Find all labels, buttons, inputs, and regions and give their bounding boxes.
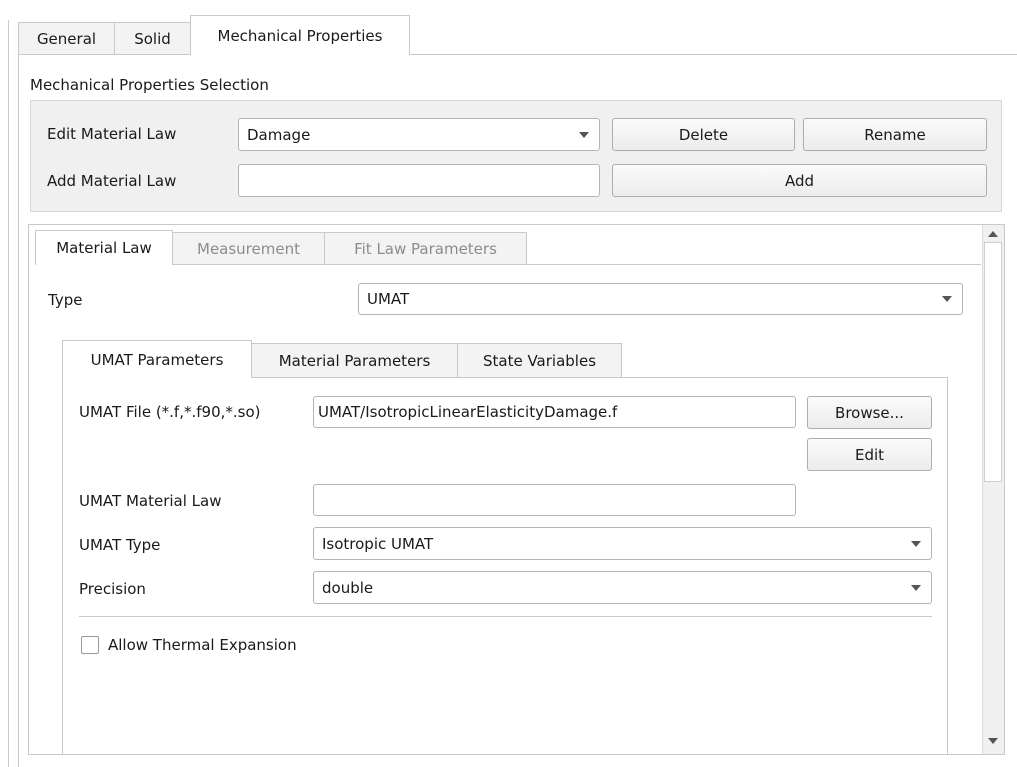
tab-measurement-label: Measurement bbox=[197, 240, 300, 258]
scroll-down-arrow-icon[interactable] bbox=[988, 738, 998, 744]
umat-file-value: UMAT/IsotropicLinearElasticityDamage.f bbox=[318, 403, 618, 421]
tab-measurement[interactable]: Measurement bbox=[172, 232, 325, 265]
type-label: Type bbox=[48, 291, 83, 309]
separator bbox=[79, 616, 932, 617]
tab-general[interactable]: General bbox=[18, 22, 115, 54]
type-select[interactable]: UMAT bbox=[358, 283, 963, 315]
tab-material-parameters-label: Material Parameters bbox=[278, 352, 431, 370]
umat-material-law-input[interactable] bbox=[313, 484, 796, 516]
umat-type-select[interactable]: Isotropic UMAT bbox=[313, 527, 932, 560]
precision-select[interactable]: double bbox=[313, 571, 932, 604]
tab-material-parameters[interactable]: Material Parameters bbox=[251, 343, 458, 378]
tab-solid[interactable]: Solid bbox=[114, 22, 191, 54]
tab-mechanical-properties[interactable]: Mechanical Properties bbox=[190, 15, 410, 55]
add-material-law-label: Add Material Law bbox=[47, 172, 177, 190]
delete-button-label: Delete bbox=[678, 125, 729, 144]
rename-button[interactable]: Rename bbox=[803, 118, 987, 151]
tab-umat-parameters[interactable]: UMAT Parameters bbox=[62, 340, 252, 378]
browse-button-label: Browse... bbox=[835, 403, 904, 422]
window-left-edge bbox=[8, 20, 9, 767]
allow-thermal-expansion-checkbox[interactable] bbox=[81, 636, 99, 654]
rename-button-label: Rename bbox=[864, 125, 926, 144]
tab-mechanical-properties-label: Mechanical Properties bbox=[217, 26, 383, 45]
type-value: UMAT bbox=[367, 290, 410, 308]
edit-material-law-value: Damage bbox=[247, 125, 311, 144]
precision-value: double bbox=[322, 578, 374, 597]
umat-file-label: UMAT File (*.f,*.f90,*.so) bbox=[79, 403, 261, 421]
tab-fit-law-parameters-label: Fit Law Parameters bbox=[354, 240, 497, 258]
allow-thermal-expansion-label: Allow Thermal Expansion bbox=[108, 636, 297, 654]
add-button[interactable]: Add bbox=[612, 164, 987, 197]
umat-type-value: Isotropic UMAT bbox=[322, 534, 434, 553]
chevron-down-icon bbox=[911, 540, 921, 547]
chevron-down-icon bbox=[911, 584, 921, 591]
tab-state-variables[interactable]: State Variables bbox=[457, 343, 622, 378]
tab-fit-law-parameters[interactable]: Fit Law Parameters bbox=[324, 232, 527, 265]
tab-umat-parameters-label: UMAT Parameters bbox=[90, 350, 224, 369]
umat-parameters-pane bbox=[62, 377, 948, 755]
umat-type-label: UMAT Type bbox=[79, 536, 161, 554]
tab-state-variables-label: State Variables bbox=[482, 352, 597, 370]
edit-material-law-select[interactable]: Damage bbox=[238, 118, 600, 151]
browse-button[interactable]: Browse... bbox=[807, 396, 932, 429]
tab-material-law[interactable]: Material Law bbox=[35, 230, 173, 265]
umat-material-law-label: UMAT Material Law bbox=[79, 492, 222, 510]
edit-button[interactable]: Edit bbox=[807, 438, 932, 471]
edit-button-label: Edit bbox=[854, 445, 885, 464]
material-law-tab-line bbox=[172, 264, 981, 265]
tab-material-law-label: Material Law bbox=[56, 239, 152, 257]
delete-button[interactable]: Delete bbox=[612, 118, 795, 151]
umat-tab-line-cover bbox=[63, 376, 251, 378]
tab-general-label: General bbox=[36, 29, 97, 48]
add-button-label: Add bbox=[784, 171, 815, 190]
scroll-up-arrow-icon[interactable] bbox=[988, 231, 998, 237]
chevron-down-icon bbox=[579, 131, 589, 138]
edit-material-law-label: Edit Material Law bbox=[47, 125, 177, 143]
tab-solid-label: Solid bbox=[134, 29, 171, 48]
mp-selection-title: Mechanical Properties Selection bbox=[30, 76, 269, 94]
precision-label: Precision bbox=[79, 580, 146, 598]
umat-file-input[interactable]: UMAT/IsotropicLinearElasticityDamage.f bbox=[313, 396, 796, 428]
chevron-down-icon bbox=[942, 296, 952, 302]
add-material-law-input[interactable] bbox=[238, 164, 600, 197]
scrollbar-thumb[interactable] bbox=[984, 242, 1002, 482]
